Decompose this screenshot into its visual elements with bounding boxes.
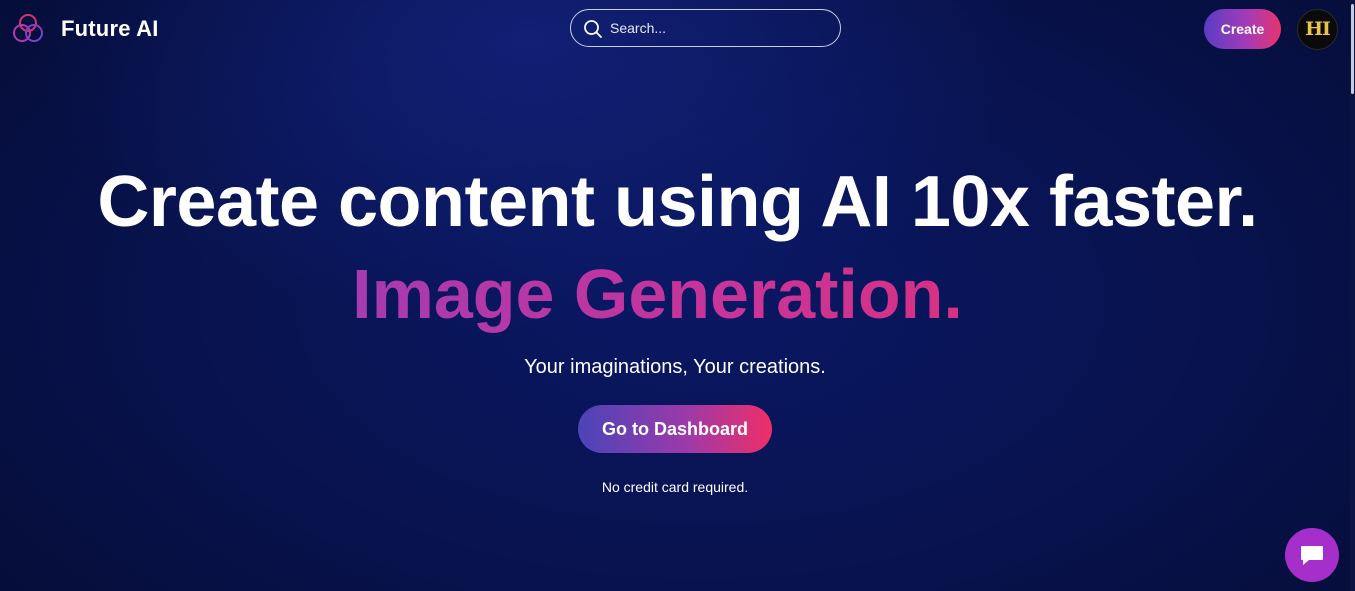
top-navbar: Future AI Create HI: [0, 0, 1355, 58]
chat-bubble-icon: [1301, 546, 1323, 565]
search-box[interactable]: [570, 9, 841, 47]
search-icon: [584, 20, 602, 38]
brand-name[interactable]: Future AI: [61, 15, 159, 43]
hero-subtitle: Image Generation.: [0, 252, 1315, 336]
create-button[interactable]: Create: [1204, 9, 1281, 49]
hero-tagline: Your imaginations, Your creations.: [524, 356, 826, 378]
search-input[interactable]: [610, 15, 830, 41]
go-to-dashboard-button[interactable]: Go to Dashboard: [578, 405, 772, 453]
avatar[interactable]: HI: [1297, 9, 1338, 50]
page-scrollbar-thumb[interactable]: [1351, 4, 1354, 94]
no-credit-card-note: No credit card required.: [601, 479, 749, 495]
hero-subtitle-text: Image Generation.: [352, 255, 963, 333]
hero-title: Create content using AI 10x faster.: [97, 162, 1258, 242]
three-rings-logo-icon[interactable]: [12, 13, 44, 45]
chat-widget-button[interactable]: [1285, 528, 1339, 582]
